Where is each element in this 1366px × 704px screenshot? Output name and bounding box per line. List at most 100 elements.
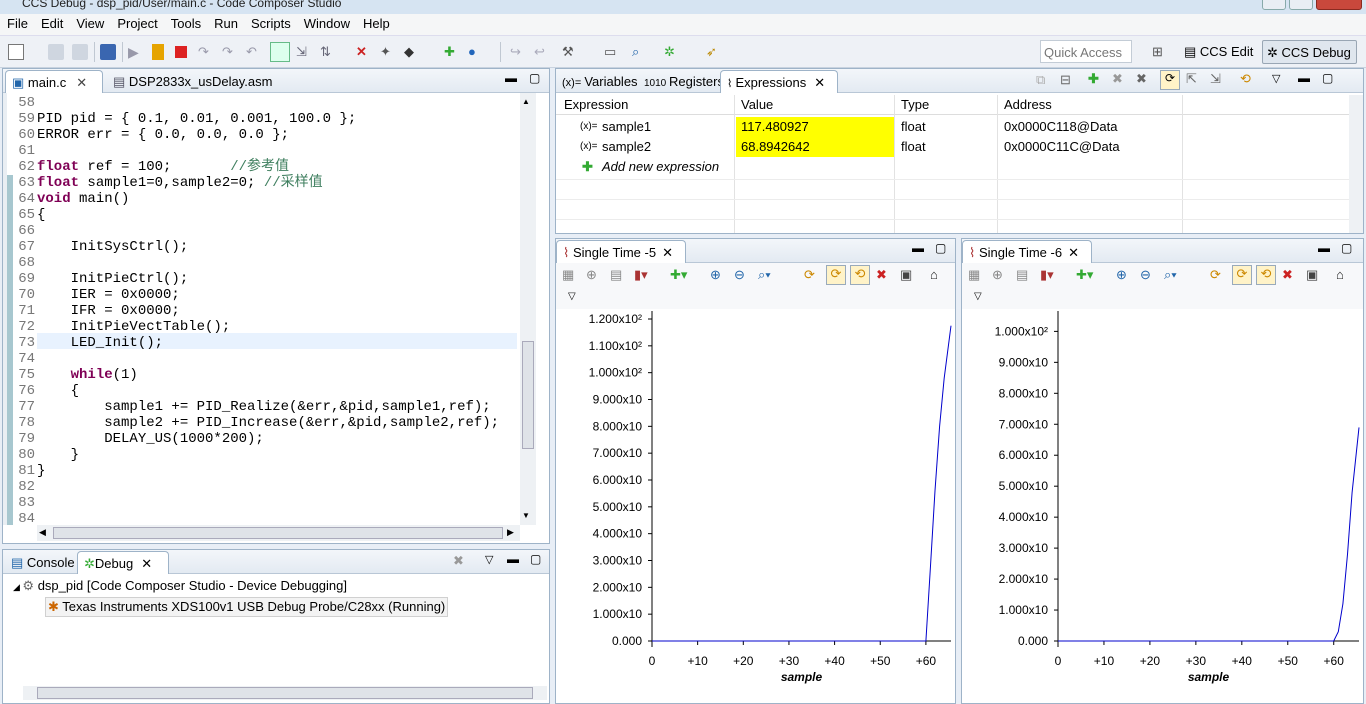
view-menu-icon[interactable]: ▽ (1272, 72, 1280, 85)
tab-usdelay-asm[interactable]: ▤ DSP2833x_usDelay.asm (107, 70, 278, 93)
continuous-refresh-icon[interactable]: ⟳ (1232, 265, 1252, 285)
chip-icon[interactable]: ◆ (404, 44, 420, 60)
data-icon[interactable]: ▮▾ (1040, 267, 1054, 283)
maximize-view-icon[interactable]: ▢ (529, 71, 540, 85)
add-expression-icon[interactable]: ✚ (1088, 71, 1099, 87)
view-menu-icon[interactable]: ▽ (485, 553, 493, 566)
add-marker-icon[interactable]: ✚▾ (670, 267, 687, 283)
debug-horizontal-scrollbar[interactable] (23, 686, 547, 700)
debug-target-item[interactable]: ✱ Texas Instruments XDS100v1 USB Debug P… (45, 597, 449, 617)
scroll-right-icon[interactable]: ▶ (507, 527, 514, 538)
tab-expressions[interactable]: ⌇ Expressions ✕ (720, 70, 838, 93)
load-icon[interactable]: ✚ (444, 44, 460, 60)
maximize-view-icon[interactable]: ▢ (530, 552, 541, 566)
menu-window[interactable]: Window (297, 14, 356, 31)
tab-console[interactable]: ▤ Console (5, 551, 81, 574)
maximize-view-icon[interactable]: ▢ (935, 241, 946, 255)
tab-single-time-6[interactable]: ⌇ Single Time -6 ✕ (962, 240, 1092, 263)
tab-single-time-5[interactable]: ⌇ Single Time -5 ✕ (556, 240, 686, 263)
close-icon[interactable]: ✕ (76, 75, 87, 90)
display-props-icon[interactable]: ▤ (1016, 267, 1028, 283)
menu-file[interactable]: File (0, 14, 34, 31)
collapse-all-icon[interactable]: ⊟ (1060, 72, 1071, 88)
header-type[interactable]: Type (901, 97, 929, 112)
instruction-step-icon[interactable] (270, 42, 290, 62)
measure-icon[interactable]: ⊕ (992, 267, 1003, 283)
add-new-expression[interactable]: Add new expression (602, 159, 719, 174)
back-icon[interactable]: ↩ (534, 44, 550, 60)
perspective-ccs-debug[interactable]: ✲ CCS Debug (1262, 40, 1357, 64)
continuous-refresh-icon[interactable]: ⟳ (1160, 70, 1180, 90)
menu-scripts[interactable]: Scripts (244, 14, 297, 31)
auto-scale-icon[interactable]: ⟲ (1256, 265, 1276, 285)
suspend-icon[interactable] (152, 44, 164, 60)
menu-project[interactable]: Project (110, 14, 163, 31)
step-return-icon[interactable]: ↶ (246, 44, 262, 60)
perspective-ccs-edit[interactable]: ▤ CCS Edit (1184, 41, 1253, 63)
close-icon[interactable]: ✕ (814, 75, 825, 90)
hammer-icon[interactable]: ⚒ (562, 44, 578, 60)
step-into-icon[interactable]: ↷ (198, 44, 214, 60)
add-expression-row[interactable]: ✚ Add new expression (556, 157, 1351, 177)
zoom-in-icon[interactable]: ⊕ (1116, 267, 1127, 283)
table-row[interactable]: (x)= sample2 68.8942642 float 0x0000C11C… (556, 137, 1351, 157)
menu-view[interactable]: View (69, 14, 110, 31)
header-address[interactable]: Address (1004, 97, 1052, 112)
reset-graph-icon[interactable]: ✖ (1282, 267, 1293, 283)
terminate-icon[interactable] (175, 46, 187, 58)
minimize-button[interactable] (1262, 0, 1286, 10)
add-marker-icon[interactable]: ✚▾ (1076, 267, 1093, 283)
menu-edit[interactable]: Edit (34, 14, 69, 31)
measure-icon[interactable]: ⊕ (586, 267, 597, 283)
show-grid-icon[interactable]: ▦ (968, 267, 980, 283)
forward-icon[interactable]: ↪ (510, 44, 526, 60)
debug-icon[interactable]: ● (468, 44, 484, 60)
tab-debug[interactable]: ✲Debug ✕ (77, 551, 169, 574)
minimize-view-icon[interactable]: ▬ (1298, 71, 1310, 85)
step-over-icon[interactable]: ↷ (222, 44, 238, 60)
terminal-small-icon[interactable]: ▭ (604, 44, 620, 60)
minimize-view-icon[interactable]: ▬ (507, 552, 519, 566)
close-icon[interactable]: ✕ (1068, 245, 1079, 260)
menu-run[interactable]: Run (207, 14, 244, 31)
scroll-down-icon[interactable]: ▼ (522, 511, 530, 520)
new-icon[interactable] (8, 44, 24, 60)
data-icon[interactable]: ▮▾ (634, 267, 648, 283)
vertical-scroll-thumb[interactable] (522, 341, 534, 449)
zoom-out-icon[interactable]: ⊖ (1140, 267, 1151, 283)
row-value[interactable]: 68.8942642 (741, 139, 810, 154)
save-icon[interactable] (48, 44, 64, 60)
minimize-view-icon[interactable]: ▬ (1318, 241, 1330, 255)
expressions-vertical-scrollbar[interactable] (1349, 95, 1363, 233)
pin-icon[interactable]: ⌂ (930, 267, 938, 282)
open-perspective-icon[interactable]: ⊞ (1152, 44, 1168, 60)
display-props-icon[interactable]: ▤ (610, 267, 622, 283)
remove-expression-icon[interactable]: ✖ (1112, 71, 1123, 87)
restart-icon[interactable]: ⇅ (320, 44, 336, 60)
properties-icon[interactable]: ▣ (1306, 267, 1318, 283)
launch-icon[interactable]: ➶ (706, 44, 722, 60)
graph1-plot[interactable]: 0.000 1.000x10 2.000x10 3.000x10 4.000x10 5.0… (556, 309, 955, 703)
zoom-reset-icon[interactable]: ⌕▾ (1164, 267, 1177, 283)
toolbar-overflow-icon[interactable]: ▽ (568, 291, 576, 302)
collapse-icon[interactable]: ◢ (13, 582, 22, 592)
horizontal-scrollbar[interactable]: ◀ ▶ (37, 525, 520, 541)
minimize-view-icon[interactable]: ▬ (505, 71, 517, 85)
zoom-out-icon[interactable]: ⊖ (734, 267, 745, 283)
tab-variables[interactable]: (x)= Variables (556, 70, 644, 93)
export-icon[interactable]: ⇱ (1186, 71, 1197, 87)
terminal-icon[interactable] (100, 44, 116, 60)
show-grid-icon[interactable]: ▦ (562, 267, 574, 283)
menu-help[interactable]: Help (356, 14, 396, 31)
continuous-refresh-icon[interactable]: ⟳ (826, 265, 846, 285)
breakpoint-icon[interactable]: ✕ (356, 44, 372, 60)
minimize-view-icon[interactable]: ▬ (912, 241, 924, 255)
save-all-icon[interactable] (72, 44, 88, 60)
header-value[interactable]: Value (741, 97, 773, 112)
remove-all-terminated-icon[interactable]: ✖ (453, 553, 464, 569)
auto-scale-icon[interactable]: ⟲ (850, 265, 870, 285)
reset-graph-icon[interactable]: ✖ (876, 267, 887, 283)
horizontal-scroll-thumb[interactable] (53, 527, 503, 539)
close-icon[interactable]: ✕ (141, 556, 152, 571)
row-value[interactable]: 117.480927 (741, 119, 809, 134)
